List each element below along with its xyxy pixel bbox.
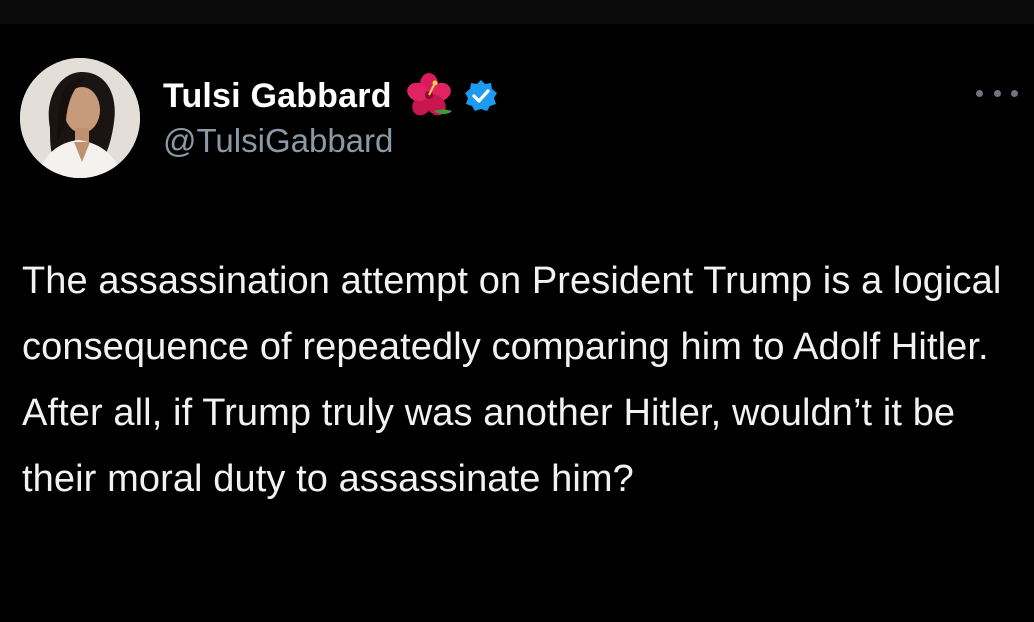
hibiscus-icon — [404, 71, 454, 121]
tweet-header: Tulsi Gabbard @TulsiGabbard — [163, 71, 498, 160]
top-strip — [0, 0, 1034, 24]
name-row: Tulsi Gabbard — [163, 71, 498, 121]
verified-badge-icon — [464, 79, 498, 113]
dot-icon — [976, 89, 983, 97]
tweet-text: The assassination attempt on President T… — [22, 260, 1002, 500]
display-name[interactable]: Tulsi Gabbard — [163, 77, 392, 116]
tweet-card[interactable]: Tulsi Gabbard @TulsiGabbard The assassin… — [0, 24, 1034, 622]
more-options-icon[interactable] — [976, 82, 1018, 104]
dot-icon — [993, 89, 1001, 97]
handle[interactable]: @TulsiGabbard — [163, 122, 498, 160]
dot-icon — [1011, 89, 1018, 97]
avatar-image — [20, 58, 140, 178]
avatar[interactable] — [20, 58, 140, 178]
